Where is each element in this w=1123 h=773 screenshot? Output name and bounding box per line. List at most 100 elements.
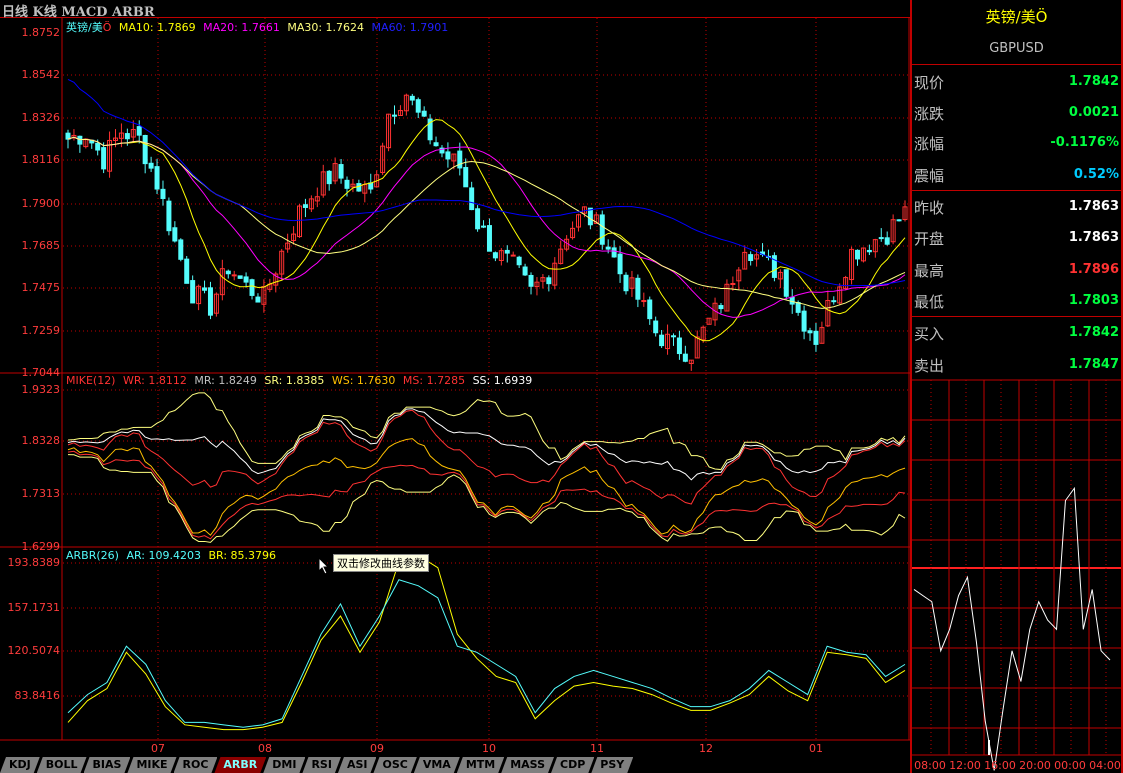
- tab-arbr[interactable]: ARBR: [214, 757, 266, 773]
- candle-body: [160, 188, 166, 199]
- candle-body: [101, 147, 107, 170]
- mike-mr: MR: 1.8249: [194, 374, 257, 387]
- candle-body: [243, 276, 249, 283]
- candle-body: [896, 219, 902, 222]
- mike-legend: MIKE(12) WR: 1.8112 MR: 1.8249 SR: 1.838…: [66, 374, 536, 387]
- candle-body: [801, 310, 807, 332]
- candle-body: [807, 330, 813, 334]
- ma10-value: MA10: 1.7869: [118, 21, 196, 34]
- candle-body: [178, 239, 184, 260]
- y-tick-label: 1.7259: [21, 324, 61, 337]
- candle-body: [475, 208, 481, 230]
- candle-body: [469, 187, 475, 211]
- candle-body: [154, 166, 160, 190]
- candle-body: [124, 133, 130, 140]
- candle-body: [166, 200, 172, 232]
- candle-body: [641, 300, 647, 303]
- y-tick-label: 1.7900: [21, 197, 61, 210]
- tab-cdp[interactable]: CDP: [551, 757, 594, 773]
- candle-body: [866, 249, 872, 253]
- candle-body: [326, 170, 332, 185]
- tab-bias[interactable]: BIAS: [84, 757, 131, 773]
- tab-asi[interactable]: ASI: [338, 757, 377, 773]
- mike-sr: SR: 1.8385: [264, 374, 325, 387]
- tab-dmi[interactable]: DMI: [263, 757, 305, 773]
- tab-mike[interactable]: MIKE: [127, 757, 176, 773]
- y-tick-label: 1.8116: [21, 153, 61, 166]
- indicator-tabs: KDJ BOLL BIAS MIKE ROC ARBR DMI RSI ASI OSC VMA MTM…: [0, 757, 630, 773]
- candle-body: [391, 114, 397, 117]
- candle-body: [813, 330, 819, 345]
- tab-roc[interactable]: ROC: [174, 757, 218, 773]
- candle-body: [302, 204, 308, 208]
- month-label: 01: [809, 742, 823, 755]
- candle-body: [486, 225, 492, 252]
- time-label: 16:00: [984, 759, 1016, 772]
- tab-rsi[interactable]: RSI: [302, 757, 341, 773]
- time-label: 00:00: [1054, 759, 1086, 772]
- tab-psy[interactable]: PSY: [591, 757, 633, 773]
- candle-body: [546, 277, 552, 285]
- candle-body: [831, 300, 837, 303]
- candle-body: [463, 167, 469, 188]
- candle-body: [415, 99, 421, 113]
- y-tick-label: 1.7685: [21, 239, 61, 252]
- candle-body: [421, 110, 427, 117]
- y-tick-label: 1.7313: [21, 487, 61, 500]
- candle-body: [676, 337, 682, 355]
- intraday-chart[interactable]: 08:00 12:00 16:00 20:00 00:00 04:00: [912, 0, 1121, 773]
- mike-ss-line: [67, 454, 906, 543]
- candle-body: [190, 280, 196, 304]
- candle-body: [587, 207, 593, 226]
- candle-body: [249, 279, 255, 296]
- candle-body: [516, 256, 522, 266]
- candle-body: [142, 134, 148, 165]
- candle-body: [659, 334, 665, 347]
- tooltip: 双击修改曲线参数: [333, 554, 429, 572]
- tab-vma[interactable]: VMA: [414, 757, 460, 773]
- mike-ms: MS: 1.7285: [402, 374, 466, 387]
- y-tick-label: 1.7475: [21, 281, 61, 294]
- month-label: 12: [699, 742, 713, 755]
- candle-body: [95, 142, 101, 151]
- candle-body: [795, 302, 801, 313]
- candle-body: [207, 287, 213, 316]
- mike-ws: WS: 1.7630: [331, 374, 396, 387]
- time-label: 04:00: [1089, 759, 1121, 772]
- ma30-value: MA30: 1.7624: [287, 21, 365, 34]
- candle-body: [855, 249, 861, 260]
- candle-body: [510, 254, 516, 257]
- candle-body: [670, 335, 676, 338]
- candle-body: [647, 299, 653, 320]
- candle-body: [368, 182, 374, 190]
- y-tick-label: 83.8416: [14, 689, 61, 702]
- y-tick-label: 1.6299: [21, 540, 61, 553]
- candle-body: [522, 266, 528, 276]
- time-label: 20:00: [1019, 759, 1051, 772]
- arbr-name: ARBR(26): [66, 549, 119, 562]
- tab-mass[interactable]: MASS: [501, 757, 554, 773]
- price-legend: 英镑/美Ö MA10: 1.7869 MA20: 1.7661 MA30: 1.…: [66, 19, 452, 35]
- candle-body: [184, 258, 190, 284]
- tab-kdj[interactable]: KDJ: [0, 757, 40, 773]
- mouse-cursor-icon: [318, 557, 330, 575]
- tab-boll[interactable]: BOLL: [37, 757, 87, 773]
- tab-osc[interactable]: OSC: [373, 757, 416, 773]
- candle-body: [599, 214, 605, 245]
- candle-body: [356, 183, 362, 192]
- quote-panel: 英镑/美Ö GBPUSD 现价 1.7842 涨跌 0.0021 涨幅 -0.1176% 震…: [910, 0, 1123, 773]
- y-tick-label: 1.8328: [21, 434, 61, 447]
- candle-body: [748, 254, 754, 261]
- candle-body: [433, 142, 439, 147]
- y-tick-label: 1.8542: [21, 68, 61, 81]
- arbr-ar: AR: 109.4203: [126, 549, 201, 562]
- y-tick-label: 120.5074: [7, 644, 61, 657]
- br-line: [67, 555, 906, 731]
- candle-body: [445, 151, 451, 160]
- month-label: 08: [258, 742, 272, 755]
- tab-mtm[interactable]: MTM: [457, 757, 504, 773]
- ar-line: [67, 579, 906, 728]
- mike-wr: WR: 1.8112: [122, 374, 187, 387]
- candle-body: [231, 274, 237, 277]
- candle-body: [617, 253, 623, 275]
